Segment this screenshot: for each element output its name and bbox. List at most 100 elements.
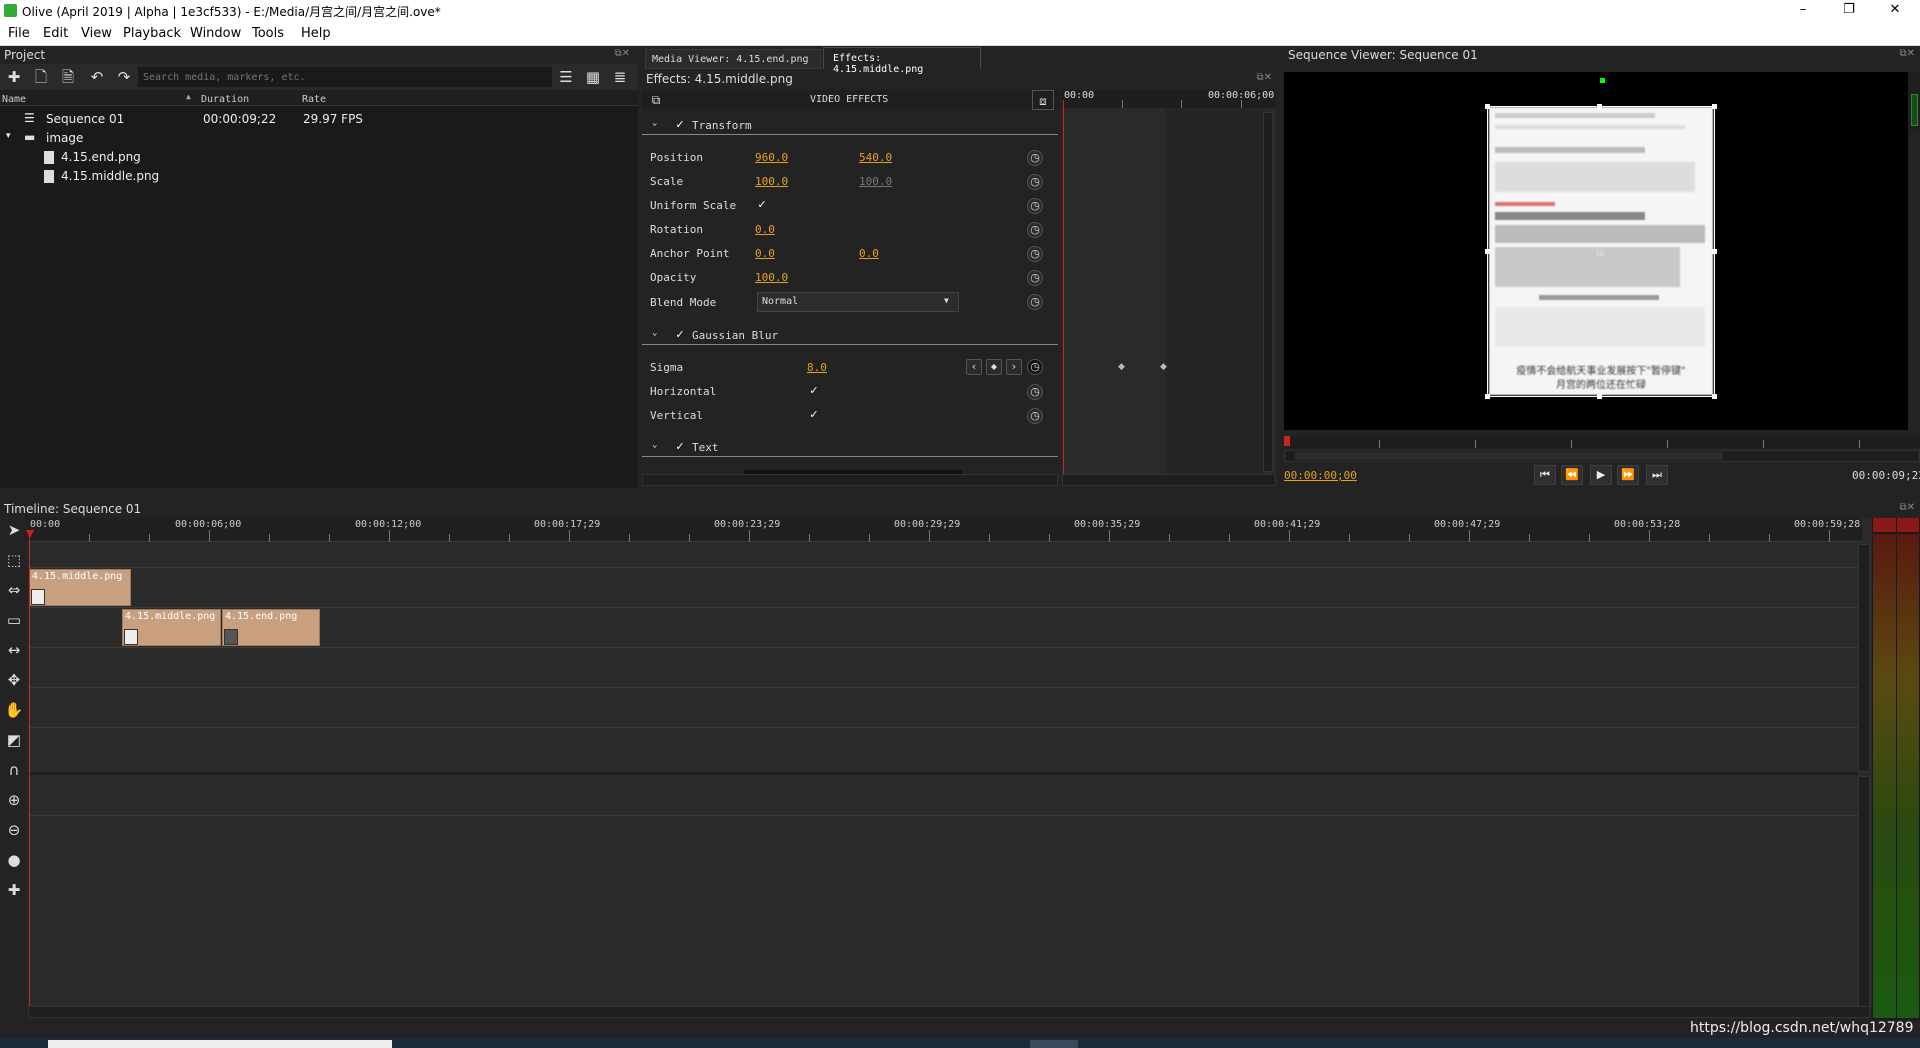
transform-enabled-checkbox[interactable]: ✓: [674, 119, 686, 131]
video-tracks-scrollbar[interactable]: [1858, 544, 1870, 772]
snap-icon[interactable]: ∩: [2, 758, 26, 782]
rewind-icon[interactable]: ⏪: [1561, 465, 1583, 485]
keyframe-toggle-icon[interactable]: ◷: [1027, 246, 1043, 262]
video-audio-separator[interactable]: [28, 772, 1858, 775]
scroll-thumb[interactable]: [1295, 452, 1723, 460]
resize-handle[interactable]: [1485, 394, 1490, 399]
project-item-folder[interactable]: ▾ ▬ image: [0, 130, 638, 148]
viewer-canvas[interactable]: 疫情不会给航天事业发展按下"暂停键" 月宫的两位还在忙碌 ⊞: [1284, 72, 1908, 430]
keyframe-toggle-icon[interactable]: ◷: [1027, 408, 1043, 424]
resize-handle[interactable]: [1712, 394, 1717, 399]
add-effect-icon[interactable]: ⧉: [645, 90, 667, 110]
position-y-value[interactable]: 540.0: [859, 151, 892, 164]
icon-view-icon[interactable]: ▦: [582, 66, 604, 88]
sigma-value[interactable]: 8.0: [807, 361, 827, 374]
text-section-header[interactable]: ⌄ ✓ Text: [642, 437, 1058, 457]
record-icon[interactable]: ●: [2, 848, 26, 872]
slide-tool-icon[interactable]: ✥: [2, 668, 26, 692]
keyframe-toggle-icon[interactable]: ◷: [1027, 294, 1043, 310]
column-rate[interactable]: Rate: [302, 94, 326, 105]
scroll-thumb[interactable]: [1911, 94, 1918, 126]
keyframe-toggle-icon[interactable]: ◷: [1027, 384, 1043, 400]
collapse-chevron-icon[interactable]: ⌄: [652, 328, 657, 338]
position-x-value[interactable]: 960.0: [755, 151, 788, 164]
keyframe-toggle-icon[interactable]: ◷: [1027, 198, 1043, 214]
text-enabled-checkbox[interactable]: ✓: [674, 441, 686, 453]
menu-playback[interactable]: Playback: [123, 26, 181, 41]
resize-handle[interactable]: [1485, 249, 1490, 254]
scale-y-value[interactable]: 100.0: [859, 175, 892, 188]
effects-dock-buttons[interactable]: ⧉✕: [1250, 72, 1272, 84]
audio-tracks-scrollbar[interactable]: [1858, 776, 1870, 1008]
timeline-dock-buttons[interactable]: ⧉✕: [1893, 502, 1915, 514]
menu-file[interactable]: File: [8, 26, 30, 41]
save-file-icon[interactable]: 🗎: [57, 66, 79, 88]
project-item-image[interactable]: 4.15.middle.png: [0, 168, 638, 186]
playhead-handle[interactable]: [26, 530, 34, 538]
keyframe-toggle-icon[interactable]: ◷: [1027, 270, 1043, 286]
prev-keyframe-icon[interactable]: ‹: [966, 359, 982, 375]
timeline-horizontal-scrollbar[interactable]: [28, 1006, 1870, 1018]
razor-tool-icon[interactable]: ▭: [2, 608, 26, 632]
close-button[interactable]: ✕: [1872, 0, 1918, 22]
opacity-value[interactable]: 100.0: [755, 271, 788, 284]
menu-window[interactable]: Window: [190, 26, 241, 41]
column-name[interactable]: Name: [2, 94, 26, 105]
effect-preset-icon[interactable]: ⧈: [1032, 90, 1054, 110]
resize-handle[interactable]: [1597, 104, 1602, 109]
ripple-tool-icon[interactable]: ⇔: [2, 578, 26, 602]
anchor-x-value[interactable]: 0.0: [755, 247, 775, 260]
project-dock-buttons[interactable]: ⧉✕: [608, 48, 630, 60]
rotation-handle-icon[interactable]: [1600, 78, 1605, 83]
play-icon[interactable]: ▶: [1590, 465, 1612, 485]
undo-icon[interactable]: ↶: [86, 66, 108, 88]
viewer-playhead[interactable]: [1284, 436, 1290, 446]
taskbar-item[interactable]: [1030, 1040, 1078, 1048]
new-item-icon[interactable]: ✚: [3, 66, 25, 88]
collapse-chevron-icon[interactable]: ⌄: [652, 440, 657, 450]
resize-handle[interactable]: [1712, 104, 1717, 109]
blend-mode-select[interactable]: Normal ▼: [757, 292, 959, 312]
project-item-image[interactable]: 4.15.end.png: [0, 149, 638, 167]
timeline-clip[interactable]: 4.15.end.png: [222, 609, 320, 646]
keyframe-toggle-icon[interactable]: ◷: [1027, 150, 1043, 166]
list-view-icon[interactable]: ☰: [555, 66, 577, 88]
minimize-button[interactable]: –: [1780, 0, 1826, 22]
collapse-chevron-icon[interactable]: ⌄: [652, 118, 657, 128]
slip-tool-icon[interactable]: ↔: [2, 638, 26, 662]
keyframe-ruler[interactable]: 00:00 00:00:06;00: [1062, 90, 1276, 108]
maximize-button[interactable]: ❐: [1826, 0, 1872, 22]
viewer-horizontal-scrollbar[interactable]: [1284, 450, 1920, 462]
panel-splitter[interactable]: [0, 488, 1920, 498]
menu-view[interactable]: View: [81, 26, 112, 41]
timeline-area[interactable]: [28, 518, 1872, 1008]
vertical-checkbox[interactable]: ✓: [808, 409, 820, 421]
gaussian-blur-enabled-checkbox[interactable]: ✓: [674, 329, 686, 341]
anchor-y-value[interactable]: 0.0: [859, 247, 879, 260]
project-search-input[interactable]: [138, 67, 552, 87]
project-item-sequence[interactable]: ☰ Sequence 01 00:00:09;22 29.97 FPS: [0, 111, 638, 129]
keyframe-marker-icon[interactable]: ◆: [1160, 362, 1167, 372]
edit-tool-icon[interactable]: ⬚: [2, 548, 26, 572]
next-keyframe-icon[interactable]: ›: [1006, 359, 1022, 375]
anchor-crosshair-icon[interactable]: ⊞: [1596, 248, 1604, 259]
keyframe-horizontal-scrollbar[interactable]: [1062, 474, 1276, 486]
taskbar-item[interactable]: [48, 1040, 392, 1048]
tab-media-viewer[interactable]: Media Viewer: 4.15.end.png: [645, 49, 821, 69]
viewer-dock-buttons[interactable]: ⧉✕: [1893, 48, 1915, 60]
keyframe-marker-icon[interactable]: ◆: [1118, 362, 1125, 372]
viewer-vertical-scrollbar[interactable]: [1909, 72, 1920, 132]
tab-effects[interactable]: Effects: 4.15.middle.png: [823, 47, 981, 75]
keyframe-vertical-scrollbar[interactable]: [1263, 112, 1273, 472]
resize-handle[interactable]: [1712, 249, 1717, 254]
go-to-end-icon[interactable]: ⏭: [1646, 465, 1668, 485]
gaussian-blur-section-header[interactable]: ⌄ ✓ Gaussian Blur: [642, 325, 1058, 345]
column-duration[interactable]: Duration: [201, 94, 249, 105]
add-keyframe-icon[interactable]: ◆: [986, 359, 1002, 375]
timeline-playhead[interactable]: [29, 530, 30, 1008]
timeline-clip[interactable]: 4.15.middle.png: [29, 569, 131, 606]
effects-horizontal-scrollbar[interactable]: [642, 474, 1058, 486]
hand-tool-icon[interactable]: ✋: [2, 698, 26, 722]
menu-help[interactable]: Help: [301, 26, 331, 41]
tree-view-icon[interactable]: ≣: [609, 66, 631, 88]
